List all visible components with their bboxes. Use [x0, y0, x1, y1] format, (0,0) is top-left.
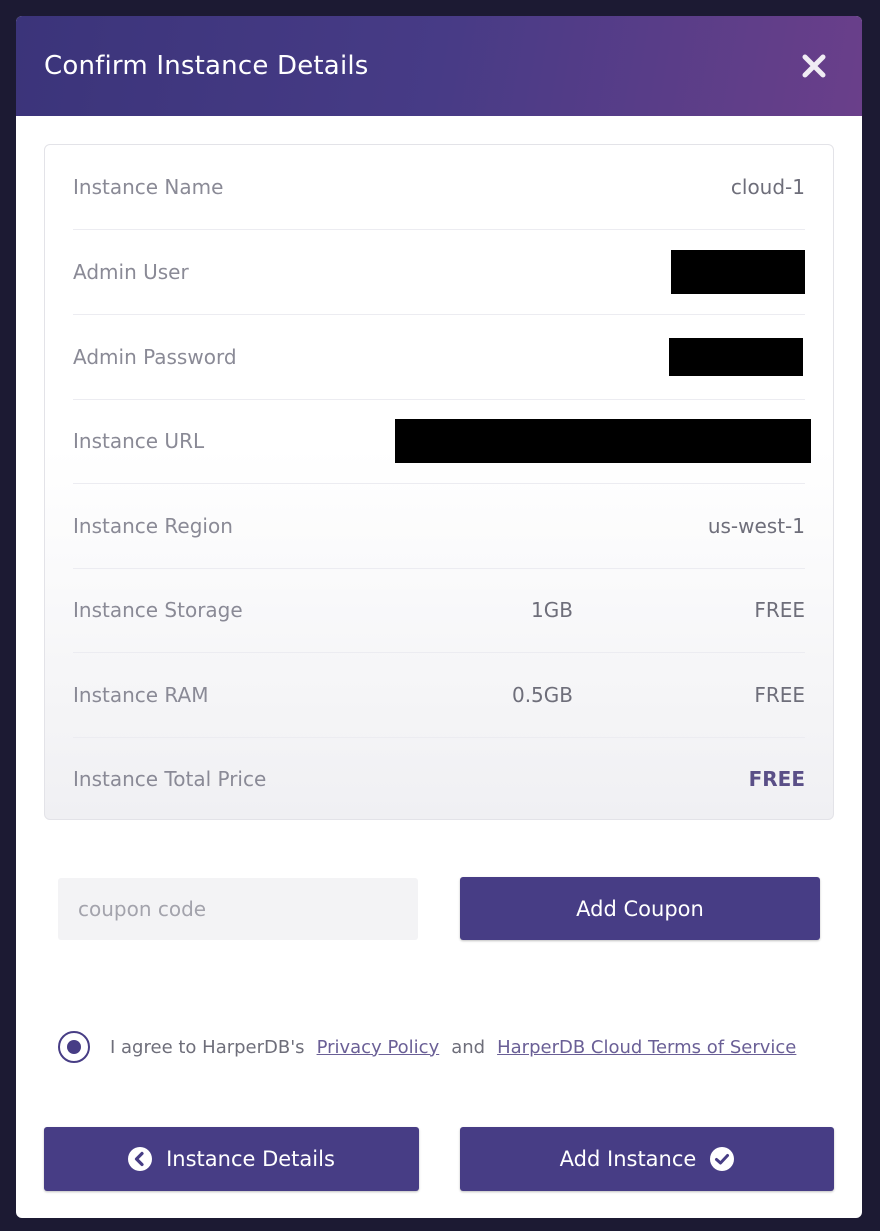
instance-ram-price: FREE [754, 683, 805, 707]
admin-user-redacted-value [671, 250, 805, 294]
admin-password-redacted-value [669, 338, 803, 376]
admin-password-row: Admin Password [73, 315, 805, 399]
close-button[interactable] [800, 52, 828, 80]
instance-region-label: Instance Region [73, 514, 233, 538]
instance-url-row: Instance URL [73, 399, 811, 483]
radio-selected-dot [67, 1040, 81, 1054]
total-price-row: Instance Total Price FREE [73, 737, 805, 821]
instance-ram-size: 0.5GB [511, 683, 573, 707]
add-instance-button[interactable]: Add Instance [460, 1127, 834, 1191]
check-circle-icon [710, 1147, 735, 1171]
back-to-instance-details-button[interactable]: Instance Details [44, 1127, 419, 1191]
privacy-policy-link[interactable]: Privacy Policy [317, 1037, 440, 1058]
back-button-label: Instance Details [166, 1147, 335, 1171]
chevron-left-circle-icon [128, 1147, 153, 1171]
coupon-code-input[interactable] [58, 878, 418, 940]
instance-details-card: Instance Name cloud-1 Admin User Admin P… [44, 144, 834, 820]
instance-storage-label: Instance Storage [73, 598, 243, 622]
agreement-conjunction: and [451, 1036, 486, 1058]
instance-region-row: Instance Region us-west-1 [73, 484, 805, 568]
instance-region-value: us-west-1 [707, 514, 805, 538]
modal-title: Confirm Instance Details [44, 51, 369, 81]
total-price-label: Instance Total Price [73, 767, 267, 791]
instance-storage-row: Instance Storage 1GB FREE [73, 568, 805, 652]
close-icon [802, 54, 826, 78]
agreement-row: I agree to HarperDB's Privacy Policy and… [58, 1031, 796, 1063]
add-coupon-label: Add Coupon [576, 896, 704, 921]
instance-ram-label: Instance RAM [73, 683, 209, 707]
agree-radio[interactable] [58, 1031, 90, 1063]
agreement-prefix: I agree to HarperDB's [110, 1036, 305, 1058]
add-coupon-button[interactable]: Add Coupon [460, 877, 820, 940]
modal-header: Confirm Instance Details [16, 16, 862, 116]
instance-name-label: Instance Name [73, 175, 224, 199]
total-price-value: FREE [748, 767, 805, 791]
instance-name-value: cloud-1 [730, 175, 805, 199]
instance-ram-row: Instance RAM 0.5GB FREE [73, 653, 805, 737]
confirm-instance-modal: Confirm Instance Details Instance Name c… [16, 16, 862, 1218]
terms-of-service-link[interactable]: HarperDB Cloud Terms of Service [497, 1037, 796, 1058]
instance-url-redacted-value [395, 419, 811, 463]
instance-name-row: Instance Name cloud-1 [73, 145, 805, 229]
instance-storage-price: FREE [754, 598, 805, 622]
admin-user-row: Admin User [73, 230, 805, 314]
add-instance-label: Add Instance [559, 1147, 697, 1171]
instance-storage-size: 1GB [531, 598, 573, 622]
